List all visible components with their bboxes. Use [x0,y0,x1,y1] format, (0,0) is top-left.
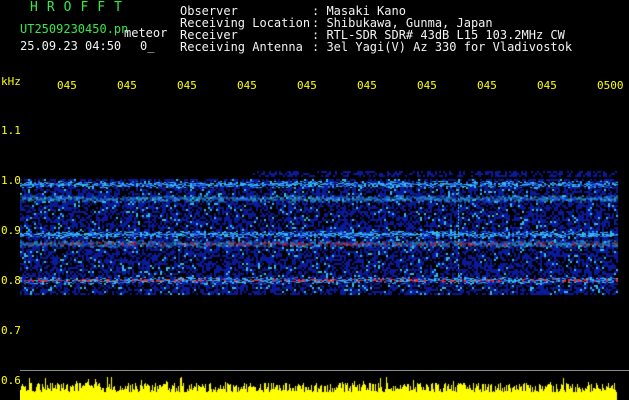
y-tick-label: 0.8 [1,274,21,287]
x-tick-label: 0500 [597,79,624,92]
file-name: UT2509230450.pn [20,22,129,36]
x-tick-label: 045 [237,79,257,92]
spectrogram [20,95,629,400]
antenna-value: : 3el Yagi(V) Az 330 for Vladivostok [312,40,573,54]
antenna-label: Receiving Antenna [180,40,303,54]
y-tick-label: 0.6 [1,374,21,387]
y-tick-label: 0.9 [1,224,21,237]
y-tick-label: 0.7 [1,324,21,337]
file-tag: meteor [124,26,168,40]
amplitude-baseline [20,370,629,371]
timestamp: 25.09.23 04:50 [20,39,122,53]
y-tick-label: 1.1 [1,124,21,137]
x-tick-label: 045 [177,79,197,92]
y-tick-label: 1.0 [1,174,21,187]
x-tick-label: 045 [297,79,317,92]
x-tick-label: 045 [117,79,137,92]
x-tick-label: 045 [537,79,557,92]
x-tick-label: 045 [357,79,377,92]
x-tick-label: 045 [417,79,437,92]
detection-count: 0_ [140,39,155,53]
x-tick-label: 045 [57,79,77,92]
y-axis-unit: kHz [1,75,21,88]
app-logo: HROFFT [30,0,131,15]
x-tick-label: 045 [477,79,497,92]
